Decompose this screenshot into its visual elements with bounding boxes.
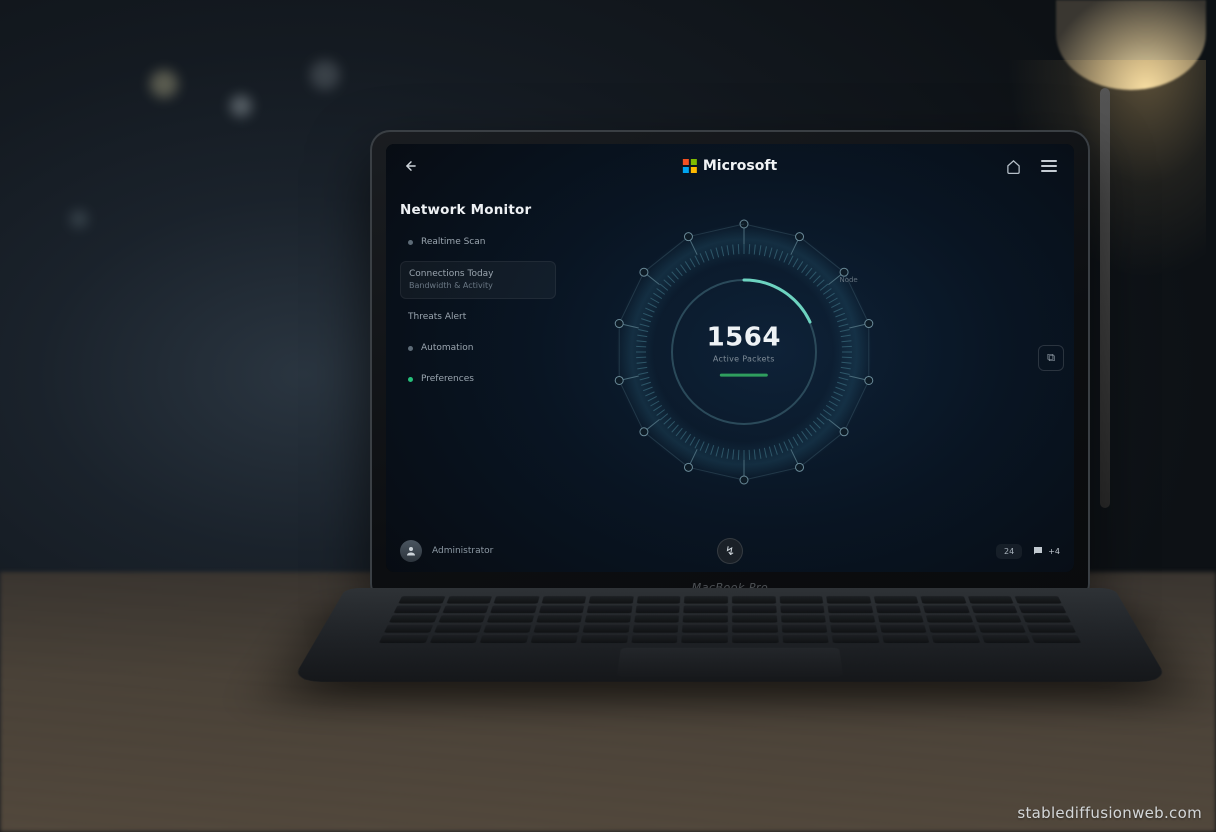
bullet-icon xyxy=(408,240,413,245)
sidebar-item-connections[interactable]: Connections Today Bandwidth & Activity xyxy=(400,261,556,298)
hamburger-icon xyxy=(1041,160,1057,172)
home-icon xyxy=(1006,159,1021,174)
chat-count: +4 xyxy=(1048,547,1060,556)
sidebar-item-preferences[interactable]: Preferences xyxy=(400,367,556,392)
brand-text: Microsoft xyxy=(703,158,777,174)
keyboard xyxy=(379,596,1081,643)
arrow-left-icon xyxy=(404,159,418,173)
network-dial: 1564 Active Packets Node xyxy=(594,202,894,502)
sidebar: Network Monitor Realtime Scan Connection… xyxy=(400,202,556,392)
user-icon xyxy=(405,545,417,557)
sidebar-item-label: Realtime Scan xyxy=(421,237,485,248)
sidebar-title: Network Monitor xyxy=(400,202,556,218)
bokeh-light xyxy=(310,60,340,90)
laptop: Microsoft Network Monitor xyxy=(370,130,1090,770)
laptop-lid: Microsoft Network Monitor xyxy=(370,130,1090,600)
dial-node-label: Node xyxy=(839,276,857,284)
back-button[interactable] xyxy=(400,155,422,177)
sidebar-item-label: Connections Today xyxy=(409,269,494,279)
bokeh-light xyxy=(150,70,178,98)
sidebar-item-label: Threats Alert xyxy=(408,312,466,323)
chat-badge[interactable]: +4 xyxy=(1032,545,1060,557)
laptop-screen: Microsoft Network Monitor xyxy=(386,144,1074,572)
home-button[interactable] xyxy=(1002,155,1024,177)
quick-action-button[interactable]: ↯ xyxy=(717,538,743,564)
menu-button[interactable] xyxy=(1038,155,1060,177)
bolt-icon: ↯ xyxy=(725,544,735,558)
bokeh-light xyxy=(70,210,88,228)
status-pill[interactable]: 24 xyxy=(996,544,1022,559)
user-label: Administrator xyxy=(432,546,493,556)
dial-accent-bar xyxy=(720,374,768,377)
sidebar-item-label: Preferences xyxy=(421,374,474,385)
expand-icon: ⧉ xyxy=(1047,351,1055,365)
laptop-base xyxy=(291,588,1169,682)
trackpad xyxy=(617,648,844,677)
expand-button[interactable]: ⧉ xyxy=(1038,345,1064,371)
bottombar: Administrator ↯ 24 +4 xyxy=(386,530,1074,572)
bullet-icon xyxy=(408,377,413,382)
sidebar-item-realtime[interactable]: Realtime Scan xyxy=(400,230,556,255)
watermark: stablediffusionweb.com xyxy=(1017,804,1202,822)
sidebar-item-sublabel: Bandwidth & Activity xyxy=(409,281,494,291)
app-screen: Microsoft Network Monitor xyxy=(386,144,1074,572)
sidebar-item-automation[interactable]: Automation xyxy=(400,336,556,361)
dial-metric: 1564 Active Packets xyxy=(707,323,781,377)
topbar: Microsoft xyxy=(386,144,1074,188)
sidebar-item-label: Automation xyxy=(421,343,473,354)
sidebar-item-threats[interactable]: Threats Alert xyxy=(400,305,556,330)
brand: Microsoft xyxy=(683,158,777,174)
bullet-icon xyxy=(408,346,413,351)
avatar[interactable] xyxy=(400,540,422,562)
dial-value: 1564 xyxy=(707,323,781,353)
microsoft-logo-icon xyxy=(683,159,697,173)
bokeh-light xyxy=(230,95,252,117)
dial-caption: Active Packets xyxy=(707,355,781,364)
chat-icon xyxy=(1032,545,1044,557)
